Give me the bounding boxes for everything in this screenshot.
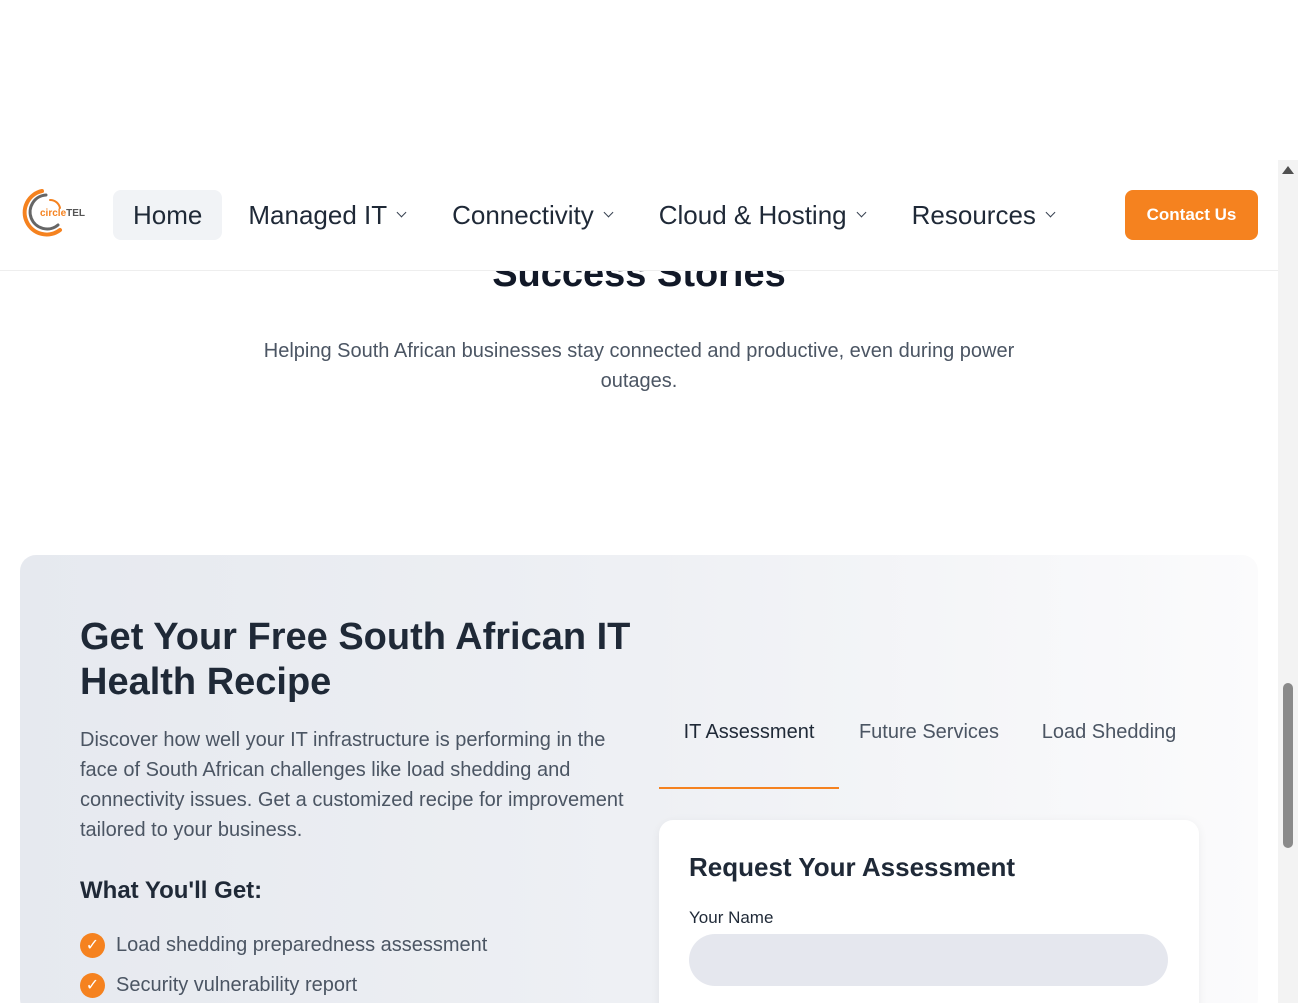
page-scrollbar[interactable] — [1278, 160, 1298, 1003]
nav-home-label: Home — [133, 199, 203, 230]
recipe-title: Get Your Free South African IT Health Re… — [80, 616, 631, 703]
nav-connectivity-label: Connectivity — [452, 199, 594, 230]
main-nav: Home Managed IT Connectivity Cloud & Hos… — [113, 190, 1074, 240]
nav-resources-label: Resources — [911, 199, 1036, 230]
nav-home[interactable]: Home — [113, 190, 223, 240]
tab-future-services[interactable]: Future Services — [839, 715, 1019, 789]
tab-load-shedding[interactable]: Load Shedding — [1019, 715, 1199, 789]
logo-wordmark: circleTEL — [40, 208, 86, 219]
scroll-up-arrow-icon[interactable] — [1282, 166, 1294, 174]
list-item: ✓ Load shedding preparedness assessment — [80, 925, 487, 965]
chevron-down-icon — [396, 207, 407, 218]
scrollbar-thumb[interactable] — [1283, 683, 1293, 848]
chevron-down-icon — [856, 207, 867, 218]
success-stories-subtitle: Helping South African businesses stay co… — [263, 340, 1015, 392]
nav-resources[interactable]: Resources — [892, 190, 1074, 240]
check-circle-icon: ✓ — [80, 932, 105, 958]
recipe-description: Discover how well your IT infrastructure… — [80, 729, 624, 841]
chevron-down-icon — [1045, 207, 1056, 218]
nav-cloud-hosting[interactable]: Cloud & Hosting — [639, 190, 885, 240]
benefit-label: Load shedding preparedness assessment — [116, 933, 488, 956]
name-label: Your Name — [689, 908, 774, 927]
form-title: Request Your Assessment — [689, 852, 1016, 882]
nav-managed-it-label: Managed IT — [248, 199, 388, 230]
list-item: ✓ Security vulnerability report — [80, 965, 487, 1003]
it-health-recipe-section: Get Your Free South African IT Health Re… — [20, 555, 1258, 1003]
what-you-get-title: What You'll Get: — [80, 877, 263, 904]
nav-cloud-hosting-label: Cloud & Hosting — [658, 199, 847, 230]
assessment-tabs: IT Assessment Future Services Load Shedd… — [659, 715, 1199, 789]
assessment-form-card: Request Your Assessment Your Name — [659, 820, 1199, 1003]
circletel-logo[interactable]: circleTEL — [20, 186, 92, 240]
site-header: circleTEL Home Managed IT Connectivity C… — [0, 160, 1278, 271]
check-circle-icon: ✓ — [80, 972, 105, 998]
nav-connectivity[interactable]: Connectivity — [432, 190, 632, 240]
benefit-label: Security vulnerability report — [116, 973, 358, 996]
name-input[interactable] — [689, 934, 1168, 986]
benefits-list: ✓ Load shedding preparedness assessment … — [80, 925, 487, 1003]
contact-us-button[interactable]: Contact Us — [1125, 190, 1258, 240]
nav-managed-it[interactable]: Managed IT — [228, 190, 425, 240]
tab-it-assessment[interactable]: IT Assessment — [659, 715, 839, 789]
chevron-down-icon — [603, 207, 614, 218]
